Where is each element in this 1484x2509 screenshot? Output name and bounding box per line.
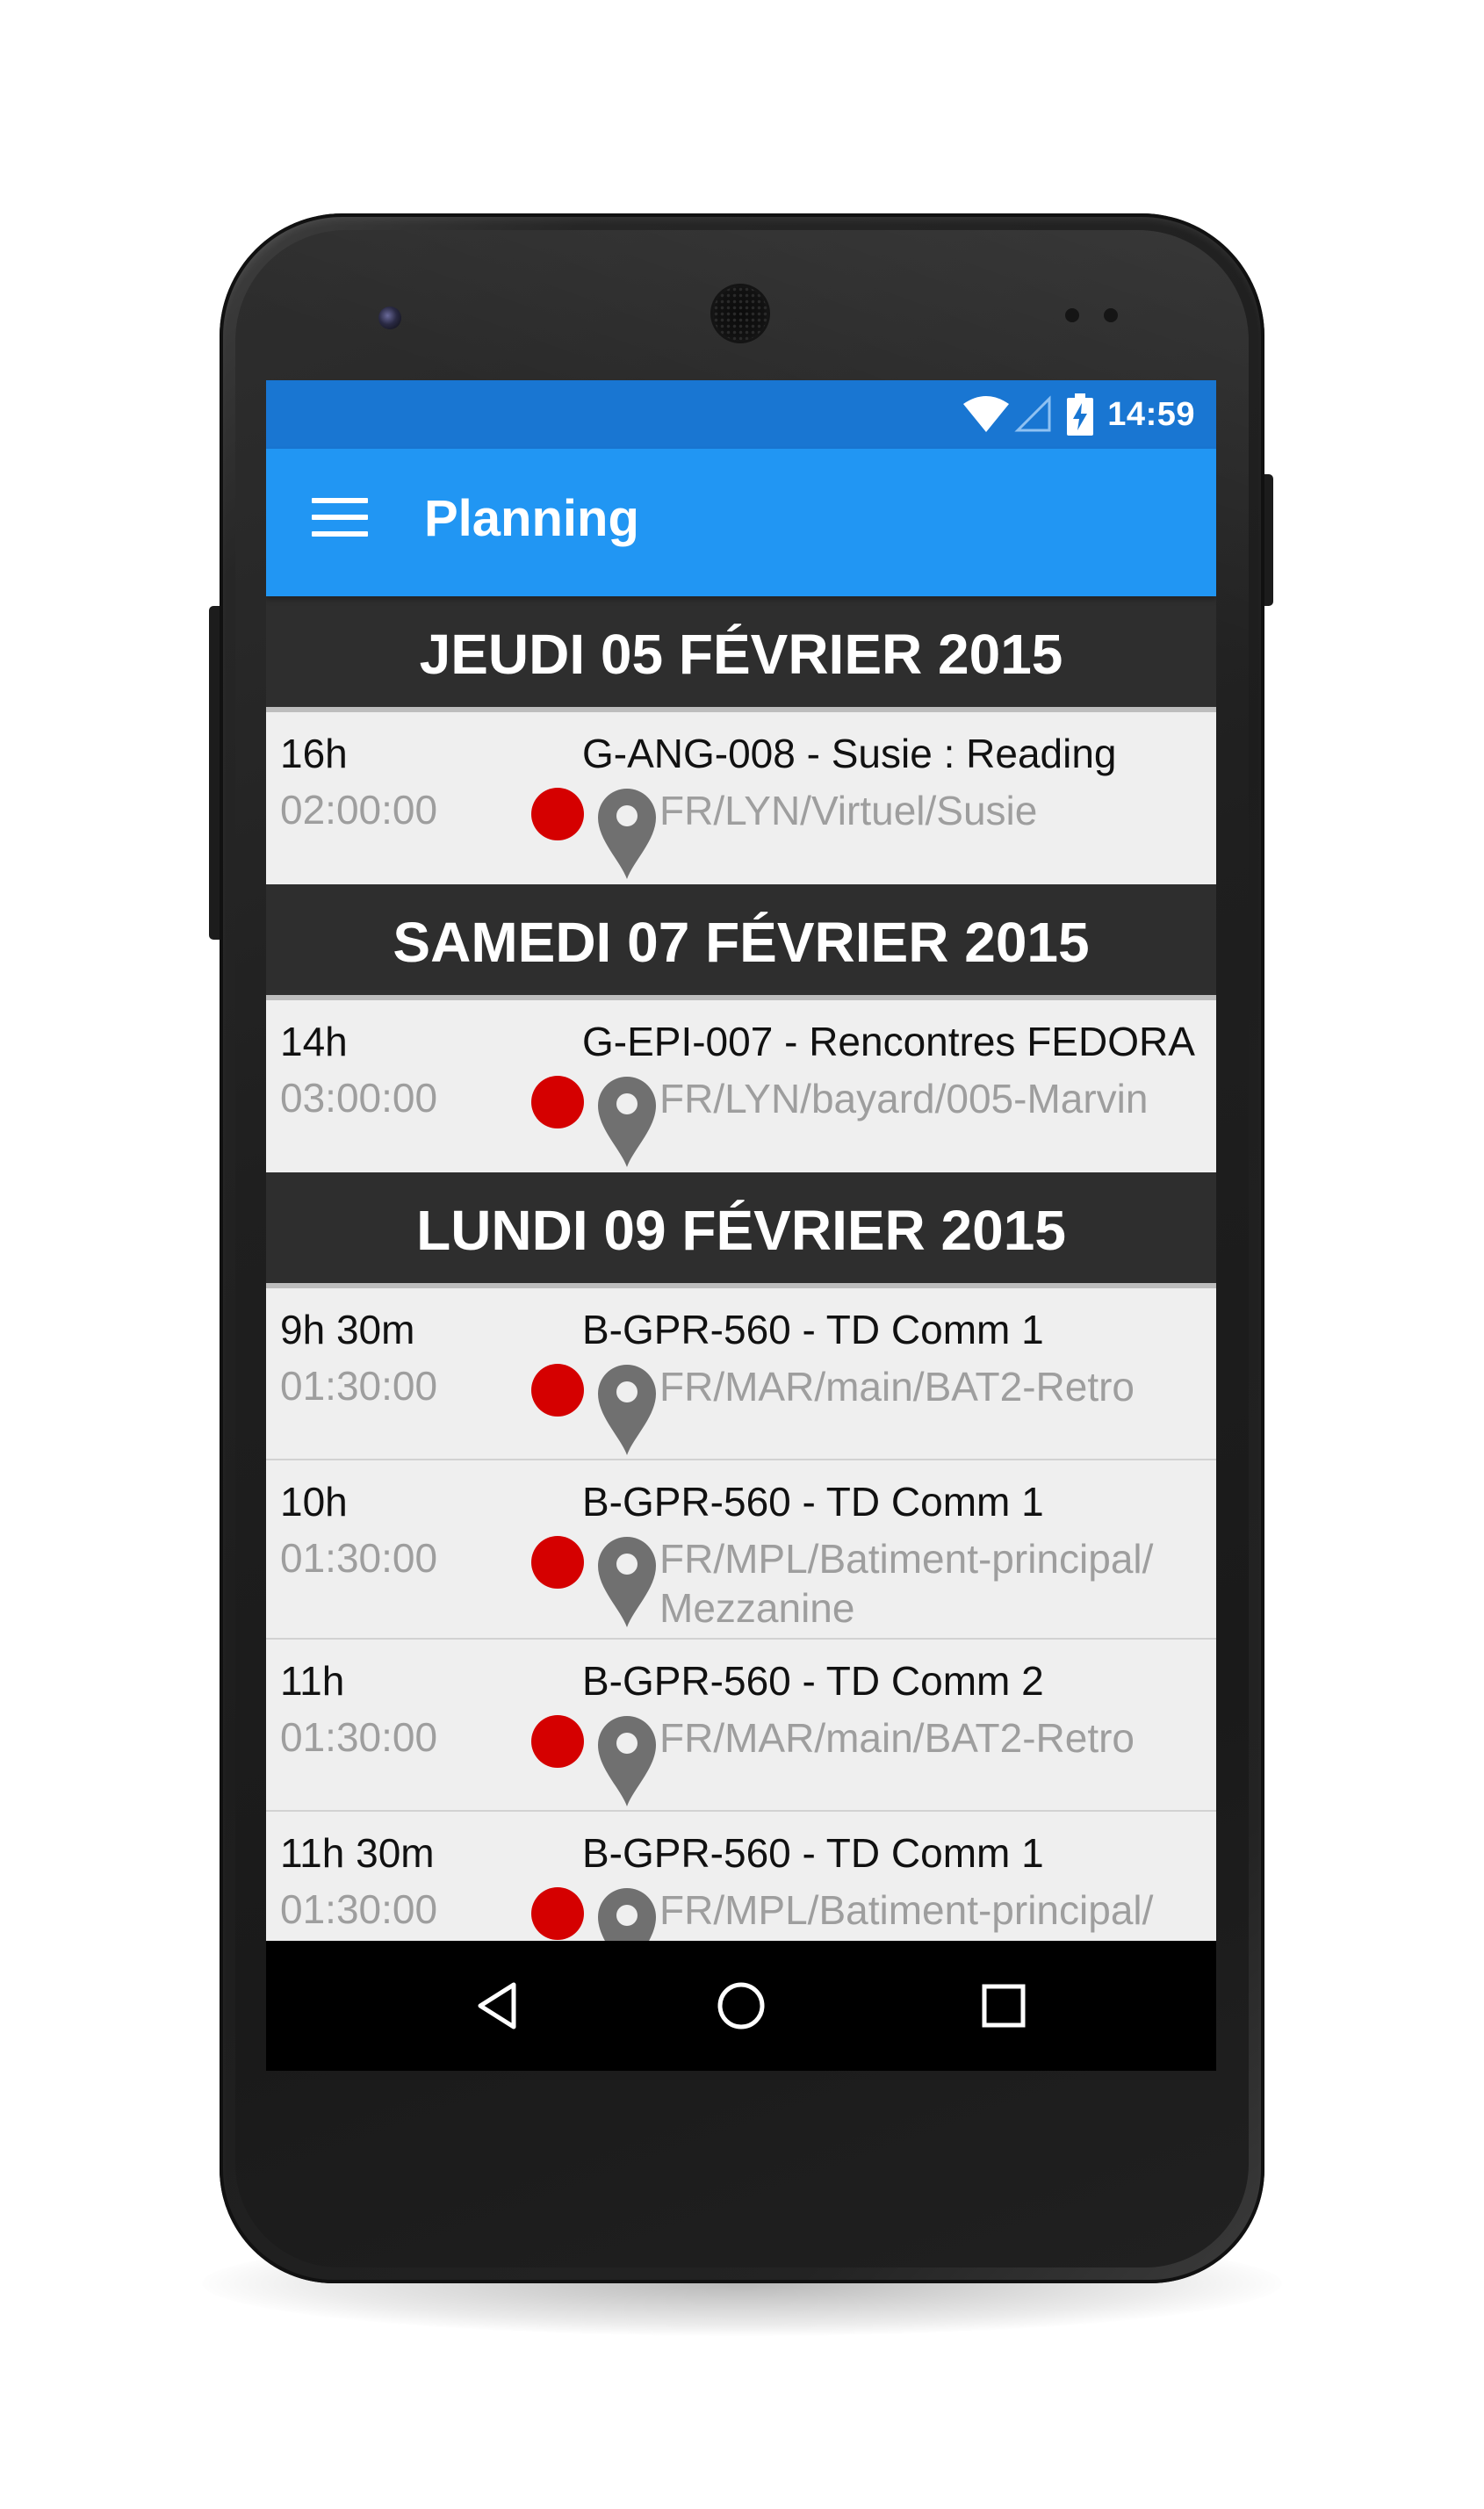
light-sensor [1104, 308, 1118, 322]
event-title: B-GPR-560 - TD Comm 2 [582, 1658, 1044, 1704]
event-duration: 03:00:00 [280, 1075, 438, 1121]
event-title: G-ANG-008 - Susie : Reading [582, 731, 1117, 776]
device-mockup: 14:59 Planning JEUDI 05 FÉVRIER 2015 16h… [0, 0, 1484, 2509]
event-time: 14h [280, 1019, 348, 1064]
cell-signal-icon [1014, 395, 1051, 432]
event-location: FR/LYN/Virtuel/Susie [659, 788, 1038, 833]
event-time: 9h 30m [280, 1307, 415, 1352]
list-item[interactable]: 10h 01:30:00 B-GPR-560 - TD Comm 1 FR/MP… [266, 1460, 1216, 1640]
map-pin-icon [598, 789, 656, 879]
status-dot-icon [531, 1887, 584, 1940]
status-dot-icon [531, 1364, 584, 1417]
navigation-bar [266, 1941, 1216, 2071]
map-pin-icon [598, 1365, 656, 1455]
event-location: FR/MAR/main/BAT2-Retro [659, 1364, 1135, 1410]
battery-charging-icon [1067, 393, 1094, 436]
event-title: G-EPI-007 - Rencontres FEDORA [582, 1019, 1195, 1064]
map-pin-icon [598, 1888, 656, 1941]
app-bar: Planning [266, 449, 1216, 596]
front-camera [378, 306, 401, 329]
event-duration: 01:30:00 [280, 1714, 438, 1760]
status-dot-icon [531, 788, 584, 840]
event-location: FR/MPL/Batiment-principal/ [659, 1887, 1154, 1933]
event-title: B-GPR-560 - TD Comm 1 [582, 1479, 1044, 1525]
map-pin-icon [598, 1537, 656, 1627]
planning-list[interactable]: JEUDI 05 FÉVRIER 2015 16h 02:00:00 G-ANG… [266, 596, 1216, 1941]
status-time: 14:59 [1107, 395, 1195, 433]
event-time: 16h [280, 731, 348, 776]
status-dot-icon [531, 1536, 584, 1589]
map-pin-icon [598, 1716, 656, 1806]
event-duration: 01:30:00 [280, 1535, 438, 1581]
event-time: 11h 30m [280, 1830, 435, 1876]
event-time: 11h [280, 1658, 345, 1704]
screen: 14:59 Planning JEUDI 05 FÉVRIER 2015 16h… [266, 380, 1216, 2071]
recents-square-icon[interactable] [977, 1979, 1030, 2032]
list-item[interactable]: 9h 30m 01:30:00 B-GPR-560 - TD Comm 1 FR… [266, 1288, 1216, 1460]
page-title: Planning [424, 490, 639, 547]
list-item[interactable]: 16h 02:00:00 G-ANG-008 - Susie : Reading… [266, 712, 1216, 884]
event-duration: 01:30:00 [280, 1363, 438, 1409]
day-header: SAMEDI 07 FÉVRIER 2015 [266, 884, 1216, 1000]
event-duration: 01:30:00 [280, 1886, 438, 1932]
list-item[interactable]: 14h 03:00:00 G-EPI-007 - Rencontres FEDO… [266, 1000, 1216, 1172]
status-dot-icon [531, 1076, 584, 1128]
home-circle-icon[interactable] [715, 1979, 767, 2032]
event-location: FR/LYN/bayard/005-Marvin [659, 1076, 1149, 1121]
map-pin-icon [598, 1077, 656, 1167]
event-duration: 02:00:00 [280, 787, 438, 833]
event-location: FR/MAR/main/BAT2-Retro [659, 1715, 1135, 1761]
status-icons: 14:59 [962, 380, 1195, 449]
event-time: 10h [280, 1479, 348, 1525]
proximity-sensor [1065, 308, 1079, 322]
event-title: B-GPR-560 - TD Comm 1 [582, 1830, 1044, 1876]
back-triangle-icon[interactable] [473, 1979, 526, 2032]
day-header: LUNDI 09 FÉVRIER 2015 [266, 1172, 1216, 1288]
list-item[interactable]: 11h 30m 01:30:00 B-GPR-560 - TD Comm 1 F… [266, 1812, 1216, 1941]
wifi-icon [963, 396, 1010, 432]
list-item[interactable]: 11h 01:30:00 B-GPR-560 - TD Comm 2 FR/MA… [266, 1640, 1216, 1812]
status-dot-icon [531, 1715, 584, 1768]
hamburger-menu-icon[interactable] [312, 498, 368, 547]
earpiece-speaker [713, 286, 767, 341]
event-location: FR/MPL/Batiment-principal/ Mezzanine [659, 1536, 1154, 1631]
day-header: JEUDI 05 FÉVRIER 2015 [266, 596, 1216, 712]
status-bar: 14:59 [266, 380, 1216, 449]
event-title: B-GPR-560 - TD Comm 1 [582, 1307, 1044, 1352]
